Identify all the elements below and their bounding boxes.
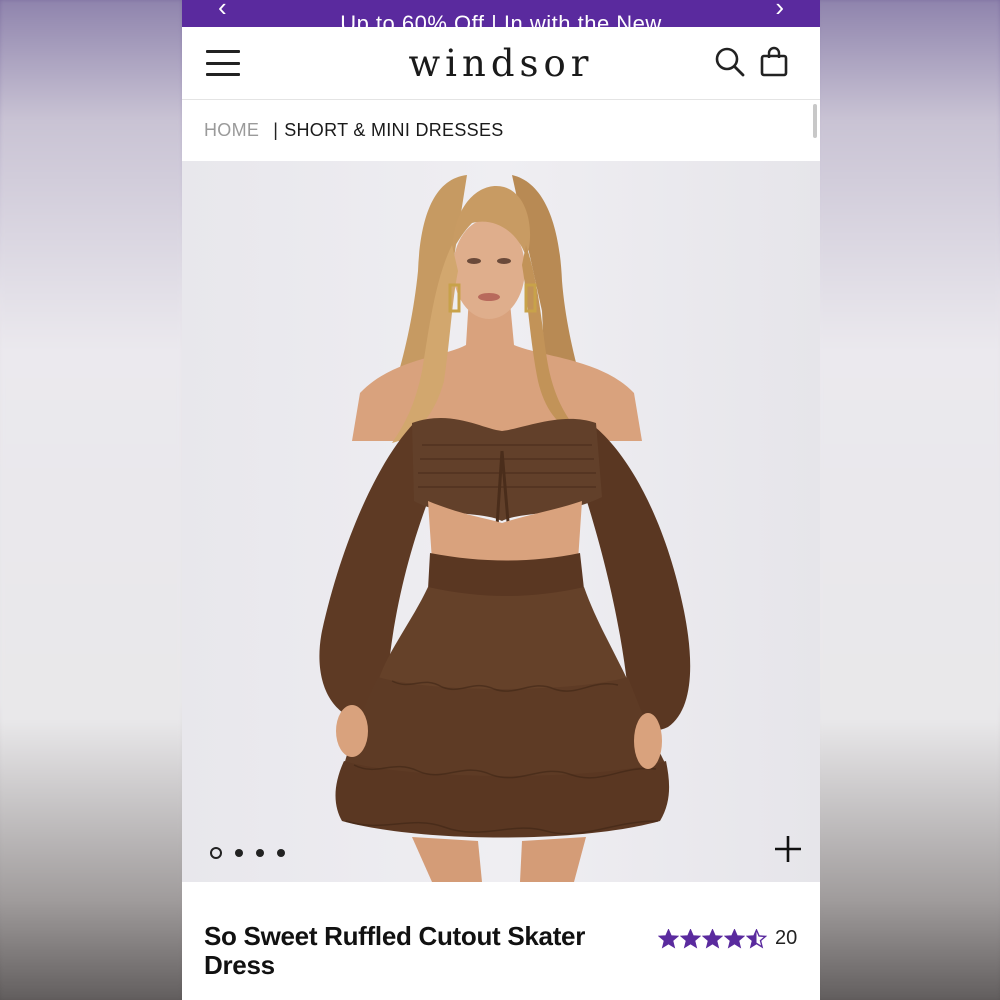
carousel-dot-2[interactable] bbox=[235, 849, 243, 857]
brand-logo[interactable]: windsor bbox=[409, 42, 594, 85]
promo-prev-arrow-icon[interactable]: ‹ bbox=[218, 0, 227, 20]
promo-next-arrow-icon[interactable]: › bbox=[775, 0, 784, 20]
site-header: windsor bbox=[182, 27, 820, 100]
background-left-blur bbox=[0, 0, 182, 1000]
product-image[interactable] bbox=[182, 161, 820, 882]
model-photo bbox=[319, 175, 691, 882]
promo-text: Up to 60% Off | In with the New bbox=[340, 11, 662, 28]
review-count[interactable]: 20 bbox=[775, 927, 797, 950]
rating-stars bbox=[658, 928, 767, 949]
breadcrumb-category-link[interactable]: SHORT & MINI DRESSES bbox=[284, 120, 503, 141]
star-icon bbox=[658, 928, 679, 949]
product-title: So Sweet Ruffled Cutout Skater Dress bbox=[204, 921, 586, 980]
star-icon bbox=[680, 928, 701, 949]
carousel-dot-3[interactable] bbox=[256, 849, 264, 857]
breadcrumb-separator: | bbox=[273, 119, 279, 140]
star-icon bbox=[702, 928, 723, 949]
carousel-dot-4[interactable] bbox=[277, 849, 285, 857]
promo-banner[interactable]: ‹ Up to 60% Off | In with the New › bbox=[182, 0, 820, 27]
breadcrumb: HOME | SHORT & MINI DRESSES bbox=[204, 118, 504, 142]
hamburger-menu-icon[interactable] bbox=[206, 50, 240, 76]
mobile-page: ‹ Up to 60% Off | In with the New › wind… bbox=[182, 0, 820, 1000]
star-icon bbox=[746, 928, 767, 949]
background-right-blur bbox=[818, 0, 1000, 1000]
image-carousel-dots bbox=[210, 847, 285, 859]
scrollbar-thumb[interactable] bbox=[813, 104, 817, 138]
star-icon bbox=[724, 928, 745, 949]
plus-icon[interactable] bbox=[774, 835, 802, 863]
search-icon[interactable] bbox=[714, 45, 746, 79]
breadcrumb-home-link[interactable]: HOME bbox=[204, 120, 259, 141]
product-info: So Sweet Ruffled Cutout Skater Dress 20 bbox=[182, 882, 820, 1000]
shopping-bag-icon[interactable] bbox=[758, 45, 790, 79]
product-rating[interactable]: 20 bbox=[658, 927, 797, 950]
carousel-dot-1[interactable] bbox=[210, 847, 222, 859]
